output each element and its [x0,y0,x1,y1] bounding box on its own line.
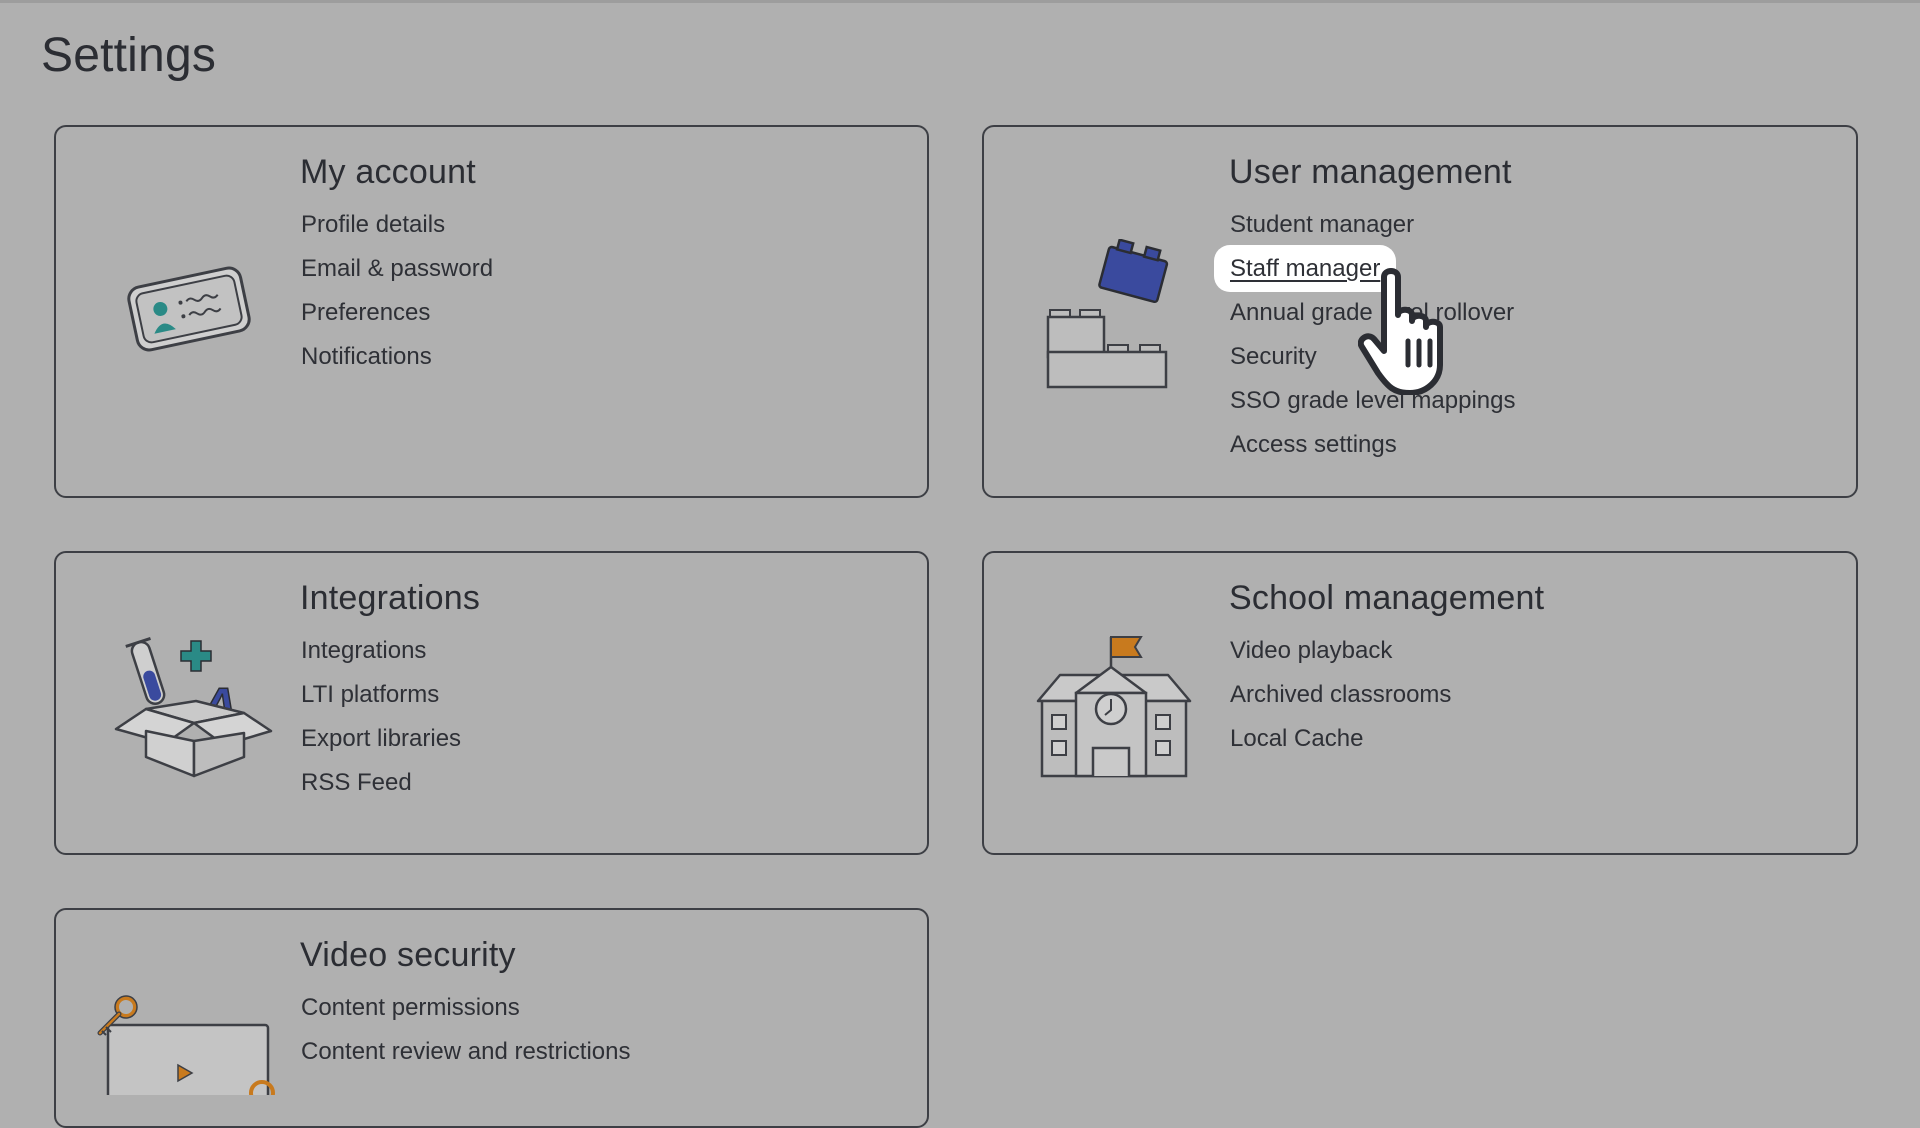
school-building-icon [1034,631,1194,781]
card-title: My account [300,153,476,191]
video-key-icon [96,995,286,1095]
link-student-manager[interactable]: Student manager [1230,203,1516,247]
link-preferences[interactable]: Preferences [301,291,493,335]
link-list: Integrations LTI platforms Export librar… [301,629,461,805]
id-card-icon [124,259,254,359]
link-list: Content permissions Content review and r… [301,986,630,1074]
card-video-security: Video security Content permissions Conte… [54,908,929,1128]
card-title: User management [1229,153,1512,191]
link-profile-details[interactable]: Profile details [301,203,493,247]
link-notifications[interactable]: Notifications [301,335,493,379]
card-school-management: School management Video playback Archive… [982,551,1858,855]
link-archived-classrooms[interactable]: Archived classrooms [1230,673,1451,717]
link-content-permissions[interactable]: Content permissions [301,986,630,1030]
link-rss-feed[interactable]: RSS Feed [301,761,461,805]
link-integrations[interactable]: Integrations [301,629,461,673]
card-title: School management [1229,579,1545,617]
link-local-cache[interactable]: Local Cache [1230,717,1451,761]
link-list: Profile details Email & password Prefere… [301,203,493,379]
link-export-libraries[interactable]: Export libraries [301,717,461,761]
card-title: Video security [300,936,516,974]
page-title: Settings [41,29,217,82]
science-box-icon: A [106,631,276,781]
pointer-hand-icon [1357,265,1468,400]
card-integrations: A Integrations Integrations LTI platform… [54,551,929,855]
link-list: Video playback Archived classrooms Local… [1230,629,1451,761]
building-blocks-icon [1044,239,1184,389]
top-divider [0,0,1920,3]
link-content-review-and-restrictions[interactable]: Content review and restrictions [301,1030,630,1074]
card-title: Integrations [300,579,481,617]
link-access-settings[interactable]: Access settings [1230,423,1516,467]
card-my-account: My account Profile details Email & passw… [54,125,929,498]
link-video-playback[interactable]: Video playback [1230,629,1451,673]
link-lti-platforms[interactable]: LTI platforms [301,673,461,717]
link-email-password[interactable]: Email & password [301,247,493,291]
